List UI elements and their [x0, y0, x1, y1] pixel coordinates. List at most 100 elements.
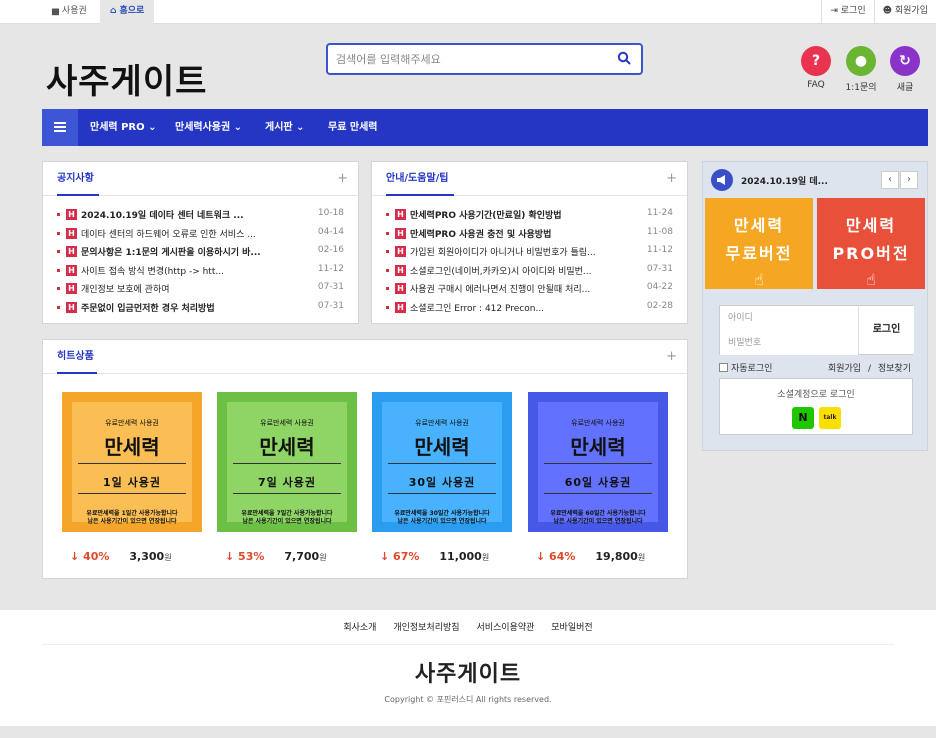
list-item[interactable]: H 소셜로그인(네이버,카카오)시 아이디와 비밀번... 07-31 — [386, 263, 673, 282]
hit-products-title[interactable]: 히트상품 — [57, 351, 94, 362]
list-item[interactable]: H 사용권 구매시 에러나면서 진행이 안될때 처리... 04-22 — [386, 281, 673, 300]
search-icon[interactable] — [617, 51, 631, 65]
quick-faq[interactable]: ? FAQ — [800, 46, 832, 90]
quick-new-posts[interactable]: ↻ 새글 — [889, 46, 921, 93]
list-item[interactable]: H 2024.10.19일 데이타 센터 네트워크 ... 10-18 — [57, 207, 344, 226]
pro-version-button[interactable]: 만세력 PRO버전 ☝ — [817, 198, 925, 289]
list-item[interactable]: H 데이타 센터의 하드웨어 오류로 인한 서비스 ... 04-14 — [57, 226, 344, 245]
plus-icon[interactable]: + — [666, 340, 677, 374]
notice-list: H 2024.10.19일 데이타 센터 네트워크 ... 10-18 H 데이타 센터… — [43, 196, 358, 318]
product-desc: 유료만세력을 30일간 사용가능합니다 남은 사용기간이 있으면 연장됩니다 — [382, 510, 502, 526]
footer-link-privacy[interactable]: 개인정보처리방침 — [393, 623, 459, 633]
product-card[interactable]: 유료만세력 사용권 만세력 1일 사용권 유료만세력을 1일간 사용가능합니다 남은 사… — [62, 392, 202, 532]
plus-icon[interactable]: + — [666, 162, 677, 196]
list-item[interactable]: H 개인정보 보호에 관하여 07-31 — [57, 281, 344, 300]
pointer-hand-icon: ☝ — [754, 270, 764, 289]
tab-home-label: 홈으로 — [119, 6, 145, 16]
hit-products-header: 히트상품 + — [43, 340, 687, 374]
list-item-title[interactable]: 데이타 센터의 하드웨어 오류로 인한 서비스 ... — [81, 227, 281, 240]
auto-login-checkbox[interactable] — [719, 363, 728, 372]
discount-percent: ↓ 53% — [225, 550, 265, 563]
product-card[interactable]: 유료만세력 사용권 만세력 60일 사용권 유료만세력을 60일간 사용가능합니다 남은… — [528, 392, 668, 532]
list-item-title[interactable]: 만세력PRO 사용권 충전 및 사용방법 — [410, 227, 610, 240]
guide-title[interactable]: 안내/도움말/팁 — [386, 173, 449, 184]
hamburger-icon-line — [54, 126, 66, 128]
product-desc-line1: 유료만세력을 60일간 사용가능합니다 — [550, 510, 646, 517]
product-card[interactable]: 유료만세력 사용권 만세력 30일 사용권 유료만세력을 30일간 사용가능합니다 남은… — [372, 392, 512, 532]
list-item-title[interactable]: 2024.10.19일 데이타 센터 네트워크 ... — [81, 208, 281, 221]
list-item-title[interactable]: 개인정보 보호에 관하여 — [81, 282, 281, 295]
price-value: 7,700 — [284, 550, 320, 563]
side-notice-title[interactable]: 2024.10.19일 데... — [741, 174, 828, 187]
list-item-date: 04-22 — [646, 282, 673, 292]
list-item-date: 11-08 — [646, 226, 673, 237]
list-item-title[interactable]: 소셜로그인(네이버,카카오)시 아이디와 비밀번... — [410, 264, 610, 277]
list-item-title[interactable]: 소셜로그인 Error : 412 Precon... — [410, 301, 610, 314]
footer-link-company[interactable]: 회사소개 — [343, 623, 376, 633]
auto-login[interactable]: 자동로그인 — [719, 361, 772, 374]
nav-item-free[interactable]: 무료 만세력 — [328, 109, 377, 146]
list-item-title[interactable]: 가입된 회원아이디가 아니거나 비밀번호가 틀림... — [410, 245, 610, 258]
product-desc-line2: 남은 사용기간이 있으면 연장됩니다 — [553, 518, 643, 525]
search-input[interactable] — [336, 50, 606, 68]
list-item-title[interactable]: 사이트 접속 방식 변경(http -> htt... — [81, 264, 281, 277]
nav-item-pro[interactable]: 만세력 PRO ⌄ — [90, 109, 156, 146]
free-version-button[interactable]: 만세력 무료버전 ☝ — [705, 198, 813, 289]
product-divider — [544, 460, 652, 468]
list-item[interactable]: H 만세력PRO 사용권 충전 및 사용방법 11-08 — [386, 226, 673, 245]
hot-badge-icon: H — [66, 301, 77, 313]
tab-license[interactable]: ▅ 사용권 — [42, 0, 97, 24]
join-link[interactable]: 회원가입 — [828, 364, 861, 374]
footer-link-terms[interactable]: 서비스이용약관 — [476, 623, 534, 633]
find-info-link[interactable]: 정보찾기 — [878, 364, 911, 374]
list-item[interactable]: H 만세력PRO 사용기간(만료일) 확인방법 11-24 — [386, 207, 673, 226]
password-input[interactable] — [720, 330, 858, 355]
login-button[interactable]: 로그인 — [858, 306, 914, 354]
site-logo[interactable]: 사주게이트 — [46, 54, 207, 103]
next-button[interactable]: › — [900, 171, 918, 189]
naver-login-button[interactable]: N — [792, 407, 814, 429]
list-item-title[interactable]: 만세력PRO 사용기간(만료일) 확인방법 — [410, 208, 610, 221]
list-item[interactable]: H 사이트 접속 방식 변경(http -> htt... 11-12 — [57, 263, 344, 282]
plus-icon[interactable]: + — [337, 162, 348, 196]
quick-inquiry[interactable]: ● 1:1문의 — [845, 46, 877, 93]
chat-icon: ● — [846, 46, 876, 76]
product-divider — [388, 490, 496, 498]
kakao-login-button[interactable]: talk — [819, 407, 841, 429]
nav-item-license[interactable]: 만세력사용권 ⌄ — [175, 109, 242, 146]
side-notice: 2024.10.19일 데... ‹ › — [711, 169, 918, 191]
hot-badge-icon: H — [66, 246, 77, 257]
list-item-date: 07-31 — [317, 300, 344, 311]
product-card[interactable]: 유료만세력 사용권 만세력 7일 사용권 유료만세력을 7일간 사용가능합니다 남은 사… — [217, 392, 357, 532]
product-divider — [388, 460, 496, 468]
side-panel: 2024.10.19일 데... ‹ › 만세력 무료버전 ☝ 만세력 PRO버… — [702, 161, 928, 451]
tab-home[interactable]: ⌂ 홈으로 — [100, 0, 155, 24]
hot-badge-icon: H — [395, 264, 406, 276]
product-top-label: 유료만세력 사용권 — [105, 419, 159, 427]
list-item-title[interactable]: 문의사항은 1:1문의 게시판을 이용하시기 바... — [81, 245, 281, 258]
list-item[interactable]: H 가입된 회원아이디가 아니거나 비밀번호가 틀림... 11-12 — [386, 244, 673, 263]
login-link[interactable]: ⇥ 로그인 — [821, 0, 873, 24]
list-item-date: 11-12 — [317, 263, 344, 274]
guide-panel: 안내/도움말/팁 + H 만세력PRO 사용기간(만료일) 확인방법 11-24 H 만… — [371, 161, 688, 324]
nav-item-board[interactable]: 게시판 ⌄ — [265, 109, 304, 146]
product-divider — [233, 490, 341, 498]
id-input[interactable] — [720, 306, 858, 331]
list-item-title[interactable]: 주문없이 입금먼저한 경우 처리방법 — [81, 301, 281, 314]
list-item[interactable]: H 문의사항은 1:1문의 게시판을 이용하시기 바... 02-16 — [57, 244, 344, 263]
free-version-line1: 만세력 — [733, 216, 785, 235]
prev-button[interactable]: ‹ — [881, 171, 899, 189]
list-item[interactable]: H 소셜로그인 Error : 412 Precon... 02-28 — [386, 300, 673, 319]
price-unit: 원 — [319, 553, 327, 562]
menu-button[interactable] — [42, 109, 78, 146]
list-item-title[interactable]: 사용권 구매시 에러나면서 진행이 안될때 처리... — [410, 282, 610, 295]
notice-title[interactable]: 공지사항 — [57, 173, 94, 184]
title-underline — [57, 372, 97, 374]
signup-link[interactable]: ☻ 회원가입 — [873, 0, 936, 24]
product-desc-line1: 유료만세력을 7일간 사용가능합니다 — [241, 510, 333, 517]
top-bar: ▅ 사용권 ⌂ 홈으로 ⇥ 로그인 ☻ 회원가입 — [0, 0, 936, 24]
hot-badge-icon: H — [66, 283, 77, 294]
footer-link-mobile[interactable]: 모바일버전 — [551, 623, 592, 633]
list-item[interactable]: H 주문없이 입금먼저한 경우 처리방법 07-31 — [57, 300, 344, 319]
product-top-label: 유료만세력 사용권 — [415, 419, 469, 427]
